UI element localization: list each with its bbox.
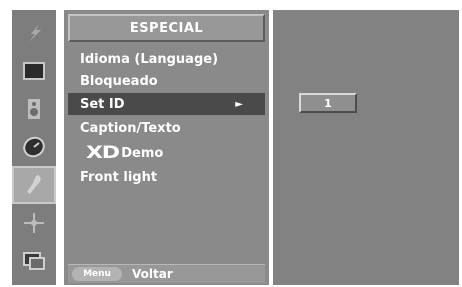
menu-item-label: Caption/Texto: [80, 120, 181, 136]
back-label: Voltar: [132, 267, 173, 281]
screen-icon: [23, 62, 45, 80]
menu-category-sound[interactable]: [12, 90, 56, 128]
menu-category-screen[interactable]: [12, 52, 56, 90]
menu-title: ESPECIAL: [68, 14, 265, 42]
special-menu-panel: ESPECIAL Idioma (Language) Bloqueado Set…: [64, 10, 269, 285]
setup-icon: [24, 213, 44, 233]
menu-item-set-id[interactable]: Set ID ►: [68, 93, 265, 115]
menu-item-label: Set ID: [80, 96, 125, 112]
submenu-area: 1: [273, 10, 459, 285]
sound-icon: [28, 99, 40, 119]
menu-item-label: Bloqueado: [80, 73, 158, 89]
special-icon: [27, 175, 41, 194]
time-icon: [23, 136, 45, 158]
pip-icon: [23, 252, 45, 270]
menu-category-picture[interactable]: [12, 14, 56, 52]
xd-logo-icon: XD: [86, 143, 120, 163]
menu-item-label: Demo: [121, 145, 164, 161]
menu-category-pip[interactable]: [12, 242, 56, 280]
menu-item-label: Idioma (Language): [80, 51, 219, 67]
menu-footer: Menu Voltar: [68, 264, 265, 283]
menu-item-label: Front light: [80, 169, 158, 185]
picture-icon: [29, 24, 41, 42]
tv-osd-screen: ESPECIAL Idioma (Language) Bloqueado Set…: [0, 0, 462, 287]
menu-item-idioma[interactable]: Idioma (Language): [68, 48, 265, 70]
menu-category-setup[interactable]: [12, 204, 56, 242]
menu-item-xd-demo[interactable]: XD Demo: [68, 142, 265, 164]
menu-item-front-light[interactable]: Front light: [68, 166, 265, 188]
set-id-value-box[interactable]: 1: [299, 93, 357, 113]
arrow-right-icon: ►: [235, 98, 243, 110]
menu-category-time[interactable]: [12, 128, 56, 166]
menu-item-bloqueado[interactable]: Bloqueado: [68, 70, 265, 92]
menu-category-special[interactable]: [12, 166, 56, 204]
menu-item-caption-texto[interactable]: Caption/Texto: [68, 117, 265, 139]
menu-category-column: [12, 10, 56, 285]
menu-button-hint: Menu: [72, 267, 122, 281]
